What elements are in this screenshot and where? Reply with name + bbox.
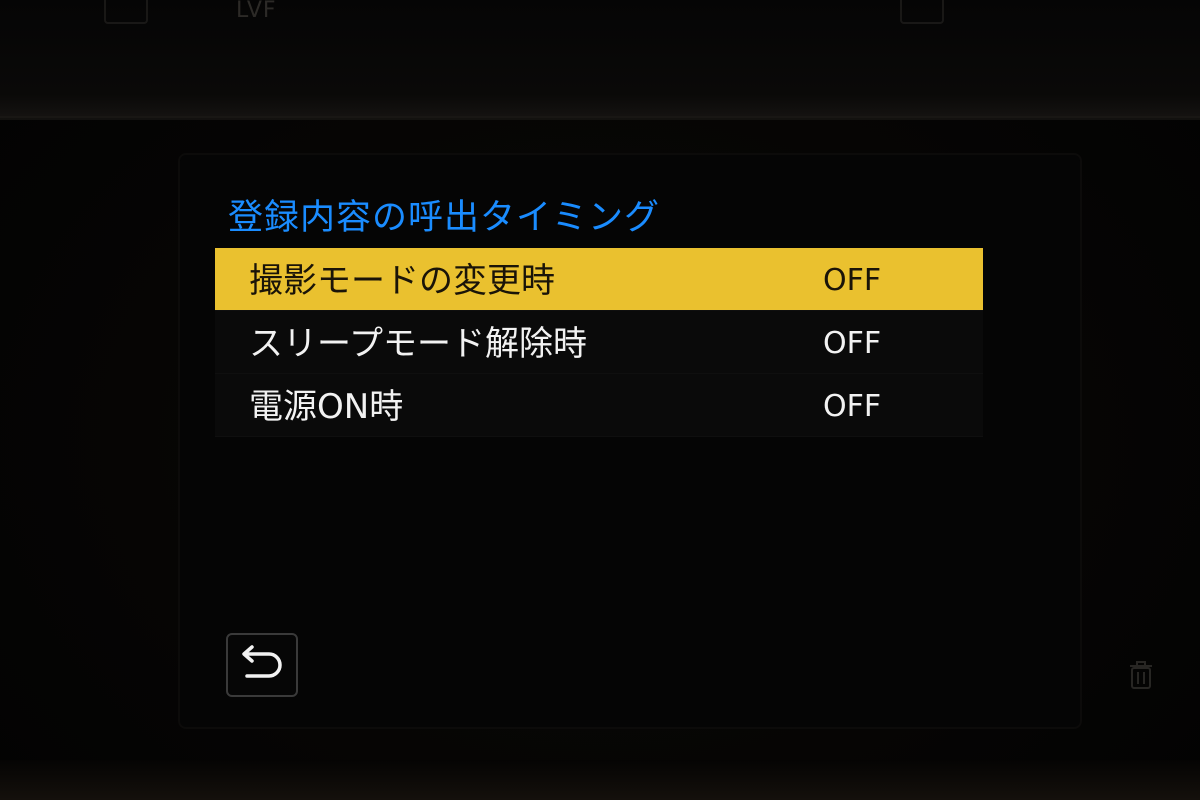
menu-title: 登録内容の呼出タイミング [228,198,661,238]
display-icon [900,0,944,24]
return-arrow-icon [242,645,282,678]
menu-item-power-on[interactable]: 電源ON時 OFF [215,374,983,437]
lvf-button-label: LVF [236,0,277,23]
menu-item-label: 撮影モードの変更時 [249,261,555,301]
menu-list: 撮影モードの変更時 OFF スリープモード解除時 OFF 電源ON時 OFF [215,248,983,437]
playback-icon [104,0,148,24]
menu-item-label: 電源ON時 [249,387,404,427]
menu-item-value: OFF [823,263,882,298]
menu-item-label: スリープモード解除時 [249,324,587,364]
menu-item-value: OFF [823,389,882,424]
menu-item-mode-change[interactable]: 撮影モードの変更時 OFF [215,248,983,311]
back-button[interactable] [226,633,298,697]
camera-bottom-edge [0,760,1200,800]
menu-item-value: OFF [823,326,882,361]
camera-edge-highlight [0,116,1200,120]
menu-item-sleep-release[interactable]: スリープモード解除時 OFF [215,311,983,374]
trash-icon [1130,661,1152,689]
camera-top-edge [0,0,1200,118]
